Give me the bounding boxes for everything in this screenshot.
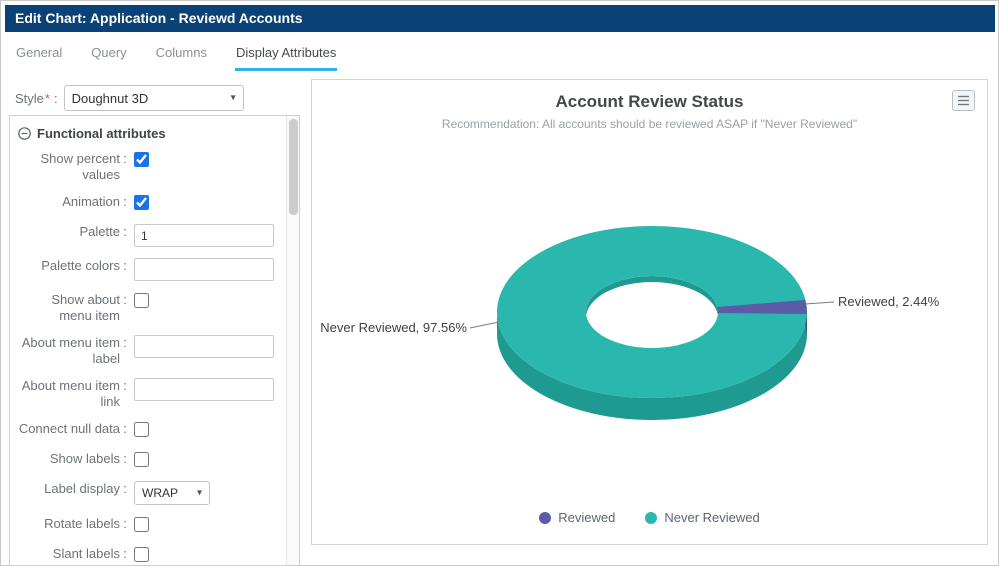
style-label: Style* <box>15 91 50 106</box>
legend-label-never-reviewed: Never Reviewed <box>664 510 759 525</box>
palette-colors-input[interactable] <box>134 258 274 281</box>
chart-legend: Reviewed Never Reviewed <box>312 510 987 525</box>
field-row-show-labels: Show labels : <box>16 451 279 470</box>
tab-display-attributes[interactable]: Display Attributes <box>235 43 337 71</box>
scrollbar-thumb[interactable] <box>289 119 298 215</box>
palette-label: Palette <box>16 224 120 240</box>
show-about-menu-item-label: Show about menu item <box>16 292 120 324</box>
section-title: Functional attributes <box>37 126 166 141</box>
legend-dot-never-reviewed <box>645 512 657 524</box>
panel-scrollbar[interactable] <box>286 116 299 565</box>
doughnut-3d-chart: Never Reviewed, 97.56% Reviewed, 2.44% <box>312 80 989 546</box>
functional-attributes-header[interactable]: Functional attributes <box>18 126 279 141</box>
field-row-rotate-labels: Rotate labels : <box>16 516 279 535</box>
show-percent-values-checkbox[interactable] <box>134 152 149 167</box>
label-display-select-wrap: WRAP <box>134 481 210 505</box>
palette-input[interactable] <box>134 224 274 247</box>
tab-query[interactable]: Query <box>90 43 127 71</box>
data-label-never-reviewed: Never Reviewed, 97.56% <box>320 320 467 335</box>
style-select-wrap: Doughnut 3D <box>64 85 244 111</box>
field-row-show-percent-values: Show percent values : <box>16 151 279 183</box>
label-display-select[interactable]: WRAP <box>134 481 210 505</box>
page-title: Edit Chart: Application - Reviewd Accoun… <box>15 10 303 26</box>
field-row-about-menu-item-label: About menu item label : <box>16 335 279 367</box>
show-labels-label: Show labels <box>16 451 120 467</box>
required-asterisk: * <box>45 91 50 106</box>
show-about-menu-item-checkbox[interactable] <box>134 293 149 308</box>
rotate-labels-label: Rotate labels <box>16 516 120 532</box>
legend-dot-reviewed <box>539 512 551 524</box>
legend-label-reviewed: Reviewed <box>558 510 615 525</box>
connect-null-data-checkbox[interactable] <box>134 422 149 437</box>
animation-label: Animation <box>16 194 120 210</box>
palette-colors-label: Palette colors <box>16 258 120 274</box>
label-display-label: Label display <box>16 481 120 497</box>
slant-labels-label: Slant labels <box>16 546 120 562</box>
field-row-slant-labels: Slant labels : <box>16 546 279 565</box>
collapse-minus-icon <box>18 127 31 140</box>
legend-item-reviewed[interactable]: Reviewed <box>539 510 615 525</box>
field-row-label-display: Label display : WRAP <box>16 481 279 505</box>
data-label-reviewed: Reviewed, 2.44% <box>838 294 940 309</box>
field-row-about-menu-item-link: About menu item link : <box>16 378 279 410</box>
field-row-animation: Animation : <box>16 194 279 213</box>
about-menu-item-label-input[interactable] <box>134 335 274 358</box>
chart-panel: Account Review Status Recommendation: Al… <box>311 79 988 545</box>
left-label-connector <box>470 322 499 328</box>
style-select[interactable]: Doughnut 3D <box>64 85 244 111</box>
show-labels-checkbox[interactable] <box>134 452 149 467</box>
slant-labels-checkbox[interactable] <box>134 547 149 562</box>
tab-bar: General Query Columns Display Attributes <box>15 43 337 71</box>
field-row-palette: Palette : <box>16 224 279 247</box>
field-row-palette-colors: Palette colors : <box>16 258 279 281</box>
right-label-connector <box>805 302 834 304</box>
legend-item-never-reviewed[interactable]: Never Reviewed <box>645 510 759 525</box>
about-menu-item-label-label: About menu item label <box>16 335 120 367</box>
about-menu-item-link-label: About menu item link <box>16 378 120 410</box>
header-bar: Edit Chart: Application - Reviewd Accoun… <box>5 5 995 32</box>
tab-general[interactable]: General <box>15 43 63 71</box>
about-menu-item-link-input[interactable] <box>134 378 274 401</box>
rotate-labels-checkbox[interactable] <box>134 517 149 532</box>
connect-null-data-label: Connect null data <box>16 421 120 437</box>
field-row-connect-null-data: Connect null data : <box>16 421 279 440</box>
animation-checkbox[interactable] <box>134 195 149 210</box>
show-percent-values-label: Show percent values <box>16 151 120 183</box>
field-row-show-about-menu-item: Show about menu item : <box>16 292 279 324</box>
tab-columns[interactable]: Columns <box>155 43 208 71</box>
style-field-row: Style* : Doughnut 3D <box>15 85 244 111</box>
attributes-panel: Functional attributes Show percent value… <box>9 115 300 566</box>
